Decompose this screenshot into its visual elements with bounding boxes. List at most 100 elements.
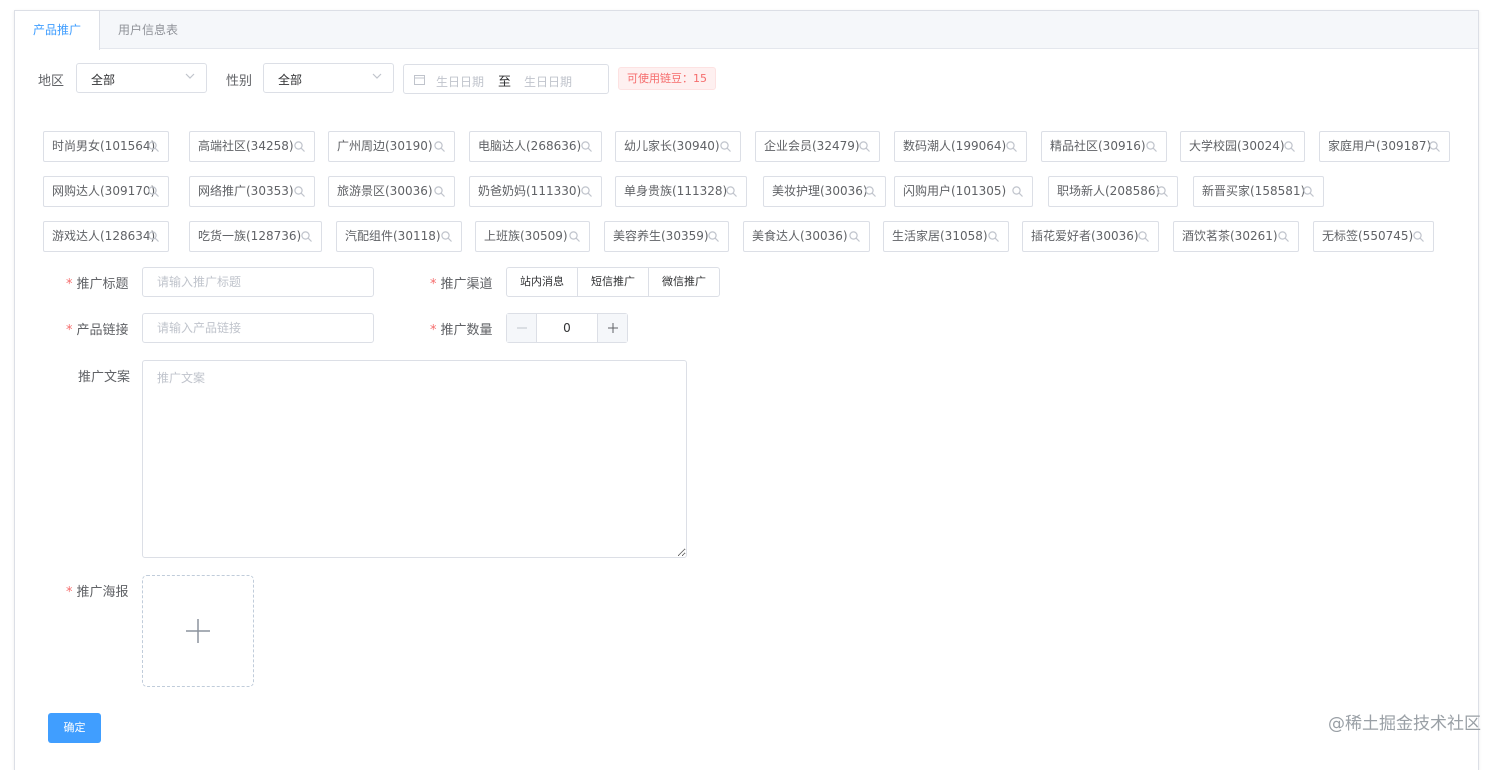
tab-bar: 产品推广 用户信息表	[15, 11, 1478, 50]
promotion-copy-textarea[interactable]	[142, 360, 687, 558]
tag-chip[interactable]: 闪购用户(101305)	[894, 176, 1033, 207]
tag-chip[interactable]: 网络推广(30353)	[189, 176, 315, 207]
tab-product-promotion[interactable]: 产品推广	[15, 11, 101, 50]
tag-chip[interactable]: 无标签(550745)	[1313, 221, 1434, 252]
birthday-date-range[interactable]: 生日日期 至 生日日期	[403, 64, 609, 94]
search-icon[interactable]	[1012, 186, 1023, 197]
tag-chip[interactable]: 职场新人(208586)	[1048, 176, 1178, 207]
search-icon[interactable]	[294, 186, 305, 197]
tag-chip[interactable]: 汽配组件(30118)	[336, 221, 462, 252]
tag-chip[interactable]: 高端社区(34258)	[189, 131, 315, 162]
tag-chip[interactable]: 生活家居(31058)	[883, 221, 1009, 252]
tag-chip[interactable]: 奶爸奶妈(111330)	[469, 176, 602, 207]
tag-chip-label: 数码潮人(199064)	[903, 139, 1007, 153]
tab-user-info[interactable]: 用户信息表	[100, 11, 196, 49]
tag-chip[interactable]: 大学校园(30024)	[1180, 131, 1305, 162]
tag-chip[interactable]: 广州周边(30190)	[328, 131, 455, 162]
quantity-value[interactable]: 0	[537, 321, 597, 335]
confirm-button[interactable]: 确定	[48, 713, 101, 743]
search-icon[interactable]	[1278, 231, 1289, 242]
gender-select[interactable]: 全部	[263, 63, 394, 93]
product-link-input[interactable]	[142, 313, 374, 343]
tag-chip[interactable]: 精品社区(30916)	[1041, 131, 1167, 162]
tag-chip[interactable]: 吃货一族(128736)	[189, 221, 322, 252]
copy-label: 推广文案	[78, 370, 131, 385]
tag-chip[interactable]: 网购达人(309170)	[43, 176, 169, 207]
tag-chip[interactable]: 美妆护理(30036)	[763, 176, 886, 207]
search-icon[interactable]	[581, 186, 592, 197]
search-icon[interactable]	[1284, 141, 1295, 152]
tag-chip[interactable]: 旅游景区(30036)	[328, 176, 455, 207]
watermark: @稀土掘金技术社区	[1328, 714, 1481, 734]
search-icon[interactable]	[569, 231, 580, 242]
search-icon[interactable]	[1303, 186, 1314, 197]
tag-chip-label: 家庭用户(309187)	[1328, 139, 1432, 153]
search-icon[interactable]	[1006, 141, 1017, 152]
search-icon[interactable]	[1413, 231, 1424, 242]
tag-chip-label: 奶爸奶妈(111330)	[478, 184, 582, 198]
quantity-stepper: 0	[506, 313, 628, 343]
tag-chip[interactable]: 美食达人(30036)	[743, 221, 870, 252]
search-icon[interactable]	[434, 186, 445, 197]
poster-label: * 推广海报	[66, 585, 129, 600]
tag-chip[interactable]: 上班族(30509)	[475, 221, 590, 252]
promotion-title-input[interactable]	[142, 267, 374, 297]
tag-chip-label: 大学校园(30024)	[1189, 139, 1285, 153]
tag-chip[interactable]: 时尚男女(101564)	[43, 131, 169, 162]
search-icon[interactable]	[148, 186, 159, 197]
search-icon[interactable]	[148, 141, 159, 152]
search-icon[interactable]	[441, 231, 452, 242]
search-icon[interactable]	[294, 141, 305, 152]
tag-chip[interactable]: 幼儿家长(30940)	[615, 131, 741, 162]
tag-chip[interactable]: 插花爱好者(30036)	[1022, 221, 1159, 252]
search-icon[interactable]	[708, 231, 719, 242]
channel-label: * 推广渠道	[430, 277, 493, 292]
search-icon[interactable]	[301, 231, 312, 242]
tag-chip-label: 生活家居(31058)	[892, 229, 988, 243]
channel-site-message-button[interactable]: 站内消息	[506, 267, 578, 297]
tag-chip[interactable]: 游戏达人(128634)	[43, 221, 169, 252]
tag-chip[interactable]: 电脑达人(268636)	[469, 131, 602, 162]
tag-chip-label: 吃货一族(128736)	[198, 229, 302, 243]
decrease-button[interactable]	[507, 314, 537, 342]
tag-chip[interactable]: 美容养生(30359)	[604, 221, 729, 252]
search-icon[interactable]	[434, 141, 445, 152]
date-separator: 至	[498, 75, 512, 90]
tag-chip[interactable]: 家庭用户(309187)	[1319, 131, 1450, 162]
plus-icon	[607, 323, 618, 333]
tag-chip-label: 汽配组件(30118)	[345, 229, 441, 243]
search-icon[interactable]	[581, 141, 592, 152]
channel-wechat-button[interactable]: 微信推广	[648, 267, 720, 297]
search-icon[interactable]	[1138, 231, 1149, 242]
tag-chip[interactable]: 酒饮茗茶(30261)	[1173, 221, 1299, 252]
tag-chip-label: 新晋买家(158581)	[1202, 184, 1306, 198]
search-icon[interactable]	[988, 231, 999, 242]
search-icon[interactable]	[1429, 141, 1440, 152]
increase-button[interactable]	[597, 314, 627, 342]
plus-icon	[186, 619, 210, 643]
tag-chip-label: 网购达人(309170)	[52, 184, 156, 198]
search-icon[interactable]	[859, 141, 870, 152]
channel-sms-button[interactable]: 短信推广	[577, 267, 649, 297]
tag-chip-label: 游戏达人(128634)	[52, 229, 156, 243]
title-label: * 推广标题	[66, 277, 129, 292]
chevron-down-icon	[372, 73, 382, 79]
calendar-icon	[414, 75, 425, 85]
search-icon[interactable]	[726, 186, 737, 197]
tag-chip[interactable]: 企业会员(32479)	[755, 131, 880, 162]
search-icon[interactable]	[148, 231, 159, 242]
poster-upload[interactable]	[142, 575, 254, 687]
search-icon[interactable]	[1157, 186, 1168, 197]
tag-chip[interactable]: 新晋买家(158581)	[1193, 176, 1324, 207]
tag-chip[interactable]: 单身贵族(111328)	[615, 176, 747, 207]
tag-chip-label: 酒饮茗茶(30261)	[1182, 229, 1278, 243]
search-icon[interactable]	[849, 231, 860, 242]
search-icon[interactable]	[720, 141, 731, 152]
tag-chip-label: 单身贵族(111328)	[624, 184, 728, 198]
date-start-input[interactable]: 生日日期	[436, 73, 484, 90]
tag-chip[interactable]: 数码潮人(199064)	[894, 131, 1027, 162]
date-end-input[interactable]: 生日日期	[524, 73, 572, 90]
search-icon[interactable]	[865, 186, 876, 197]
region-select[interactable]: 全部	[76, 63, 207, 93]
search-icon[interactable]	[1146, 141, 1157, 152]
